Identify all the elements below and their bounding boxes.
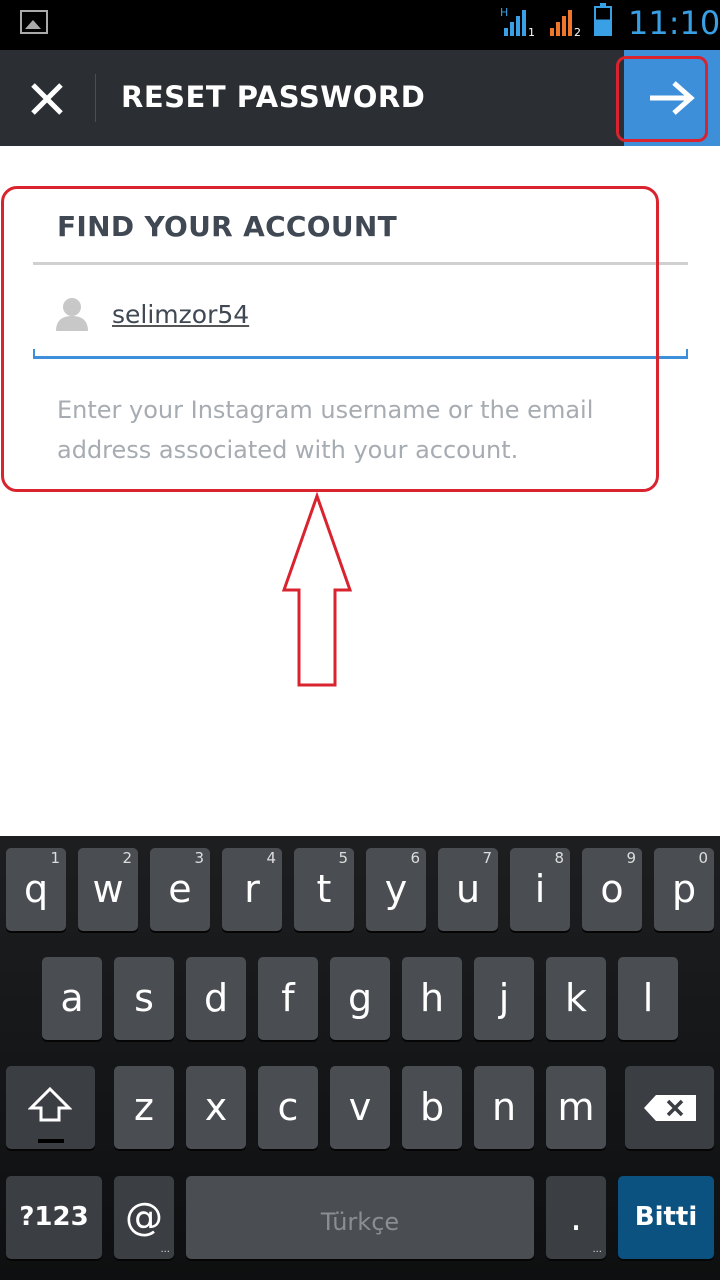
key-i[interactable]: 8i: [510, 848, 570, 931]
key-k[interactable]: k: [546, 957, 606, 1040]
key-e[interactable]: 3e: [150, 848, 210, 931]
find-account-highlight: [1, 186, 659, 492]
key-q[interactable]: 1q: [6, 848, 66, 931]
symbols-key[interactable]: ?123: [6, 1176, 102, 1259]
key-f[interactable]: f: [258, 957, 318, 1040]
key-c[interactable]: c: [258, 1066, 318, 1149]
key-h[interactable]: h: [402, 957, 462, 1040]
gallery-notification-icon: [20, 10, 48, 34]
more-indicator: ...: [592, 1244, 602, 1255]
key-r[interactable]: 4r: [222, 848, 282, 931]
done-key[interactable]: Bitti: [618, 1176, 714, 1259]
shift-key[interactable]: [6, 1066, 95, 1149]
key-x[interactable]: x: [186, 1066, 246, 1149]
more-indicator: ...: [160, 1244, 170, 1255]
action-bar-divider: [95, 74, 96, 122]
key-v[interactable]: v: [330, 1066, 390, 1149]
signal-sim1-icon: H 1: [500, 6, 534, 36]
up-arrow-annotation-icon: [281, 492, 353, 687]
key-l[interactable]: l: [618, 957, 678, 1040]
key-t[interactable]: 5t: [294, 848, 354, 931]
action-bar: RESET PASSWORD: [0, 50, 720, 146]
key-z[interactable]: z: [114, 1066, 174, 1149]
status-bar: H 1 2 11:10: [0, 0, 720, 50]
sim1-label: 1: [528, 26, 534, 36]
close-icon: [31, 83, 63, 115]
key-s[interactable]: s: [114, 957, 174, 1040]
backspace-key[interactable]: [625, 1066, 714, 1149]
soft-keyboard: 1q 2w 3e 4r 5t 6y 7u 8i 9o 0p a s d f g …: [0, 836, 720, 1280]
key-n[interactable]: n: [474, 1066, 534, 1149]
key-p[interactable]: 0p: [654, 848, 714, 931]
key-b[interactable]: b: [402, 1066, 462, 1149]
close-button[interactable]: [0, 50, 96, 146]
key-o[interactable]: 9o: [582, 848, 642, 931]
space-key[interactable]: Türkçe: [186, 1176, 534, 1259]
sim2-label: 2: [574, 26, 581, 36]
key-a[interactable]: a: [42, 957, 102, 1040]
at-key[interactable]: @...: [114, 1176, 174, 1259]
shift-indicator: [38, 1139, 64, 1143]
key-y[interactable]: 6y: [366, 848, 426, 931]
period-key[interactable]: ....: [546, 1176, 606, 1259]
key-u[interactable]: 7u: [438, 848, 498, 931]
key-g[interactable]: g: [330, 957, 390, 1040]
backspace-icon: [644, 1095, 696, 1121]
key-m[interactable]: m: [546, 1066, 606, 1149]
page-title: RESET PASSWORD: [121, 80, 426, 114]
shift-icon: [28, 1086, 72, 1122]
status-clock: 11:10: [628, 4, 720, 42]
battery-icon: [594, 3, 612, 36]
network-type-label: H: [500, 6, 508, 19]
key-d[interactable]: d: [186, 957, 246, 1040]
key-j[interactable]: j: [474, 957, 534, 1040]
key-w[interactable]: 2w: [78, 848, 138, 931]
signal-sim2-icon: 2: [550, 10, 581, 36]
next-button-highlight: [616, 56, 708, 142]
